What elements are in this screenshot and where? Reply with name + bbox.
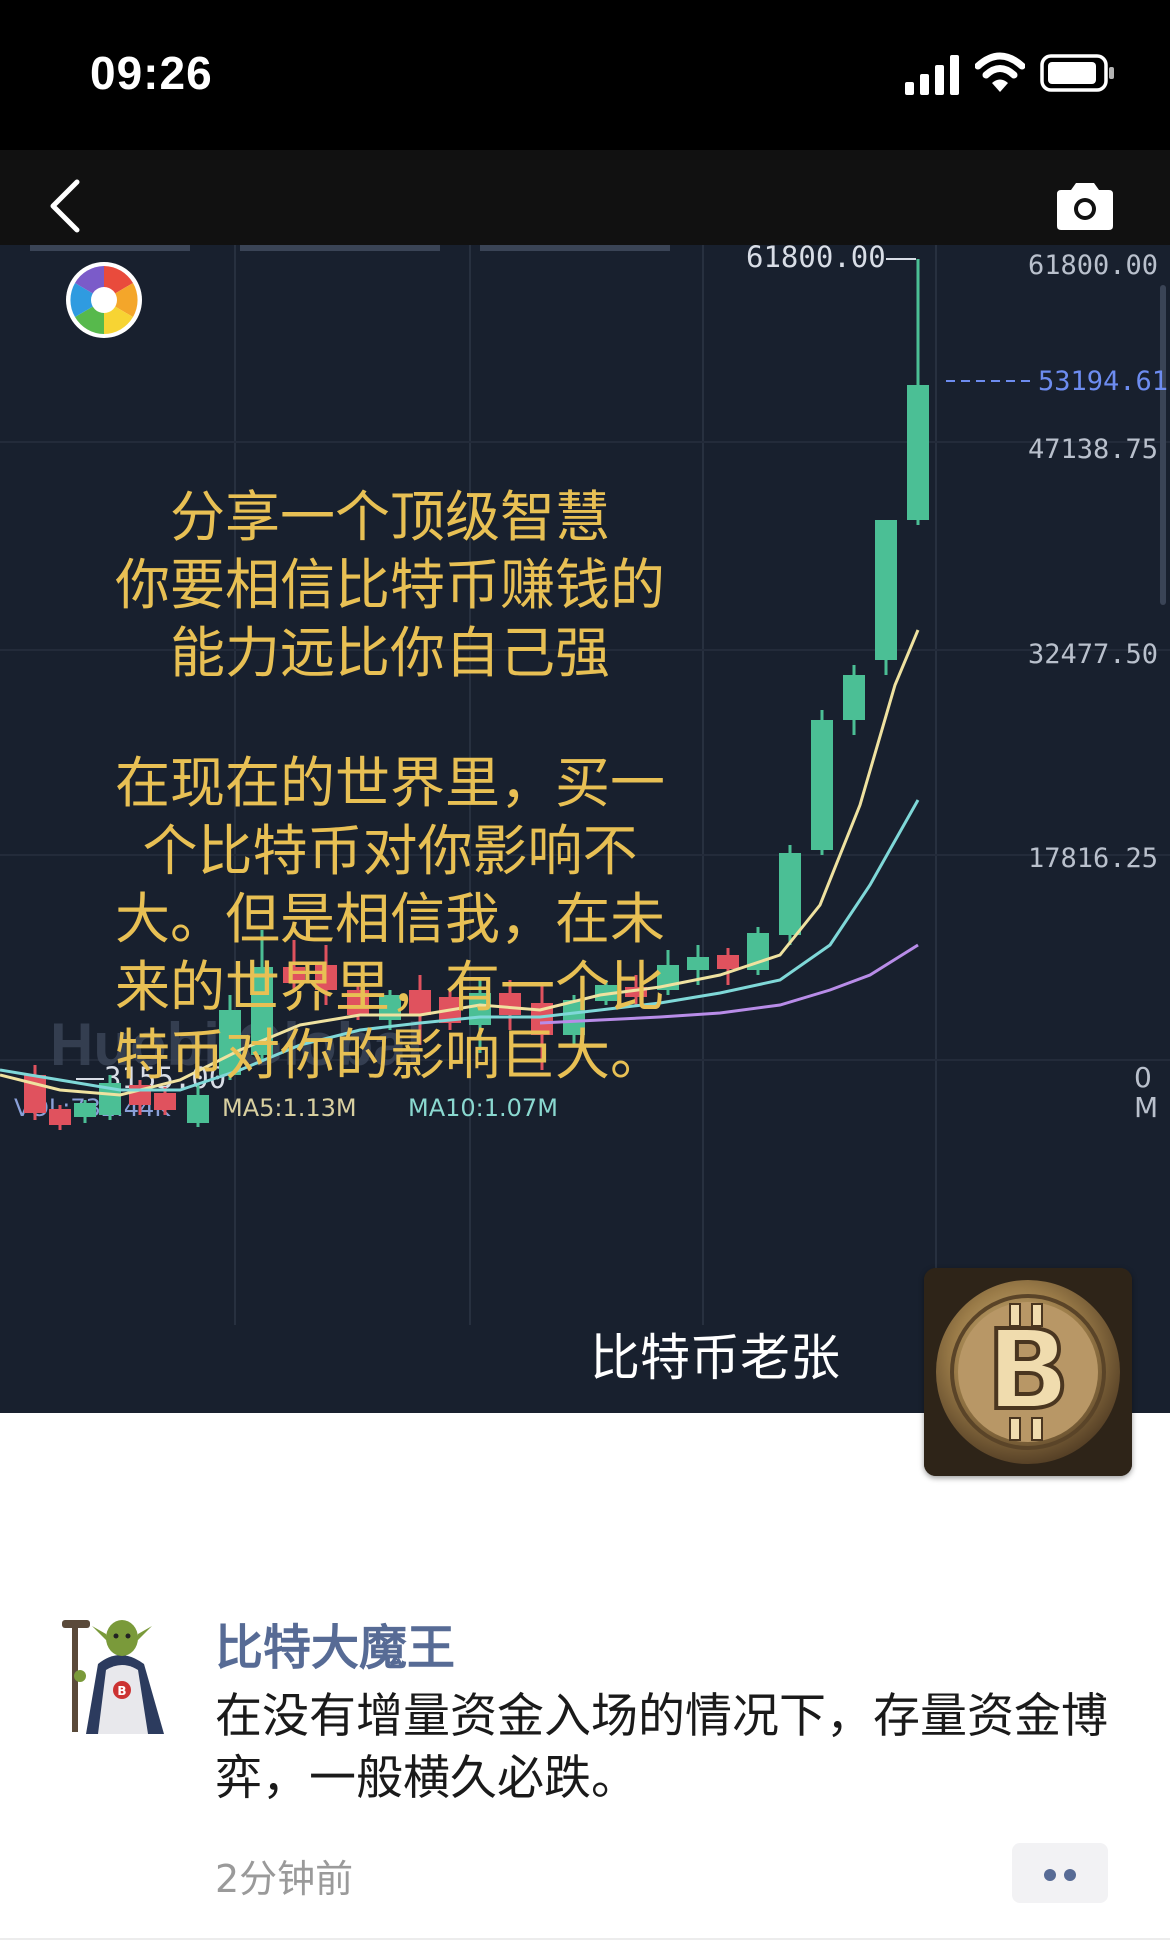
overlay-line: 大。但是相信我，在未 — [114, 887, 665, 951]
camera-icon[interactable] — [1053, 180, 1117, 232]
svg-text:B: B — [986, 1306, 1070, 1434]
wifi-icon — [975, 52, 1025, 92]
ma10-indicator: MA10:1.07M — [408, 1094, 558, 1122]
goblin-avatar-icon: B — [58, 1606, 180, 1736]
candle-body — [187, 1095, 209, 1123]
divider — [0, 1938, 1170, 1940]
candle-body — [154, 1093, 176, 1110]
nav-bar — [0, 150, 1170, 245]
candle-body — [875, 520, 897, 660]
back-chevron-icon[interactable] — [45, 178, 85, 234]
cellular-signal-icon — [905, 55, 959, 95]
comment-text: 在没有增量资金入场的情况下，存量资金博弈，一般横久必跌。 — [215, 1689, 1108, 1806]
candle-body — [843, 675, 865, 720]
more-options-button[interactable] — [1012, 1843, 1108, 1903]
candle-body — [779, 853, 801, 935]
commenter-avatar[interactable]: B — [58, 1606, 180, 1736]
status-time: 09:26 — [90, 47, 213, 99]
price-label: 32477.50 — [1028, 639, 1158, 670]
candle-body — [717, 955, 739, 969]
more-dot-icon — [1044, 1869, 1056, 1881]
price-label: 53194.61 — [1038, 366, 1168, 397]
overlay-line: 你要相信比特币赚钱的 — [114, 553, 665, 617]
status-bar: 09:26 — [0, 0, 1170, 150]
candle-body — [687, 957, 709, 970]
bitcoin-coin-thumbnail[interactable]: B — [924, 1268, 1132, 1476]
ma5-indicator: MA5:1.13M — [222, 1094, 357, 1122]
author-caption: 比特币老张 — [590, 1329, 840, 1387]
price-label: 47138.75 — [1028, 434, 1158, 465]
svg-text:B: B — [117, 1684, 126, 1698]
chart-image[interactable]: 61800.00 53194.61 47138.75 32477.50 1781… — [0, 245, 1170, 1413]
candle-body — [907, 385, 929, 520]
edge-label: 0 — [1134, 1061, 1152, 1094]
aperture-logo-icon — [66, 262, 142, 338]
peak-label: 61800.00 — [746, 245, 886, 274]
chart-scrollbar — [1160, 285, 1166, 605]
edge-label: M — [1134, 1091, 1158, 1124]
overlay-line: 来的世界里，有一个比 — [114, 955, 665, 1019]
candle-body — [74, 1103, 96, 1117]
overlay-line: 个比特币对你影响不 — [142, 819, 638, 883]
battery-icon — [1040, 54, 1114, 92]
comment-timestamp: 2分钟前 — [215, 1857, 354, 1901]
bitcoin-coin-icon: B — [924, 1268, 1132, 1476]
candle-body — [811, 720, 833, 850]
price-label: 17816.25 — [1028, 843, 1158, 874]
overlay-line: 能力远比你自己强 — [169, 621, 610, 685]
overlay-line: 在现在的世界里，买一 — [114, 751, 665, 815]
overlay-line: 分享一个顶级智慧 — [169, 485, 610, 549]
more-dot-icon — [1064, 1869, 1076, 1881]
overlay-line: 特币对你的影响巨大。 — [114, 1023, 665, 1087]
candle-body — [49, 1109, 71, 1125]
price-label: 61800.00 — [1028, 250, 1158, 281]
commenter-name[interactable]: 比特大魔王 — [215, 1608, 455, 1678]
